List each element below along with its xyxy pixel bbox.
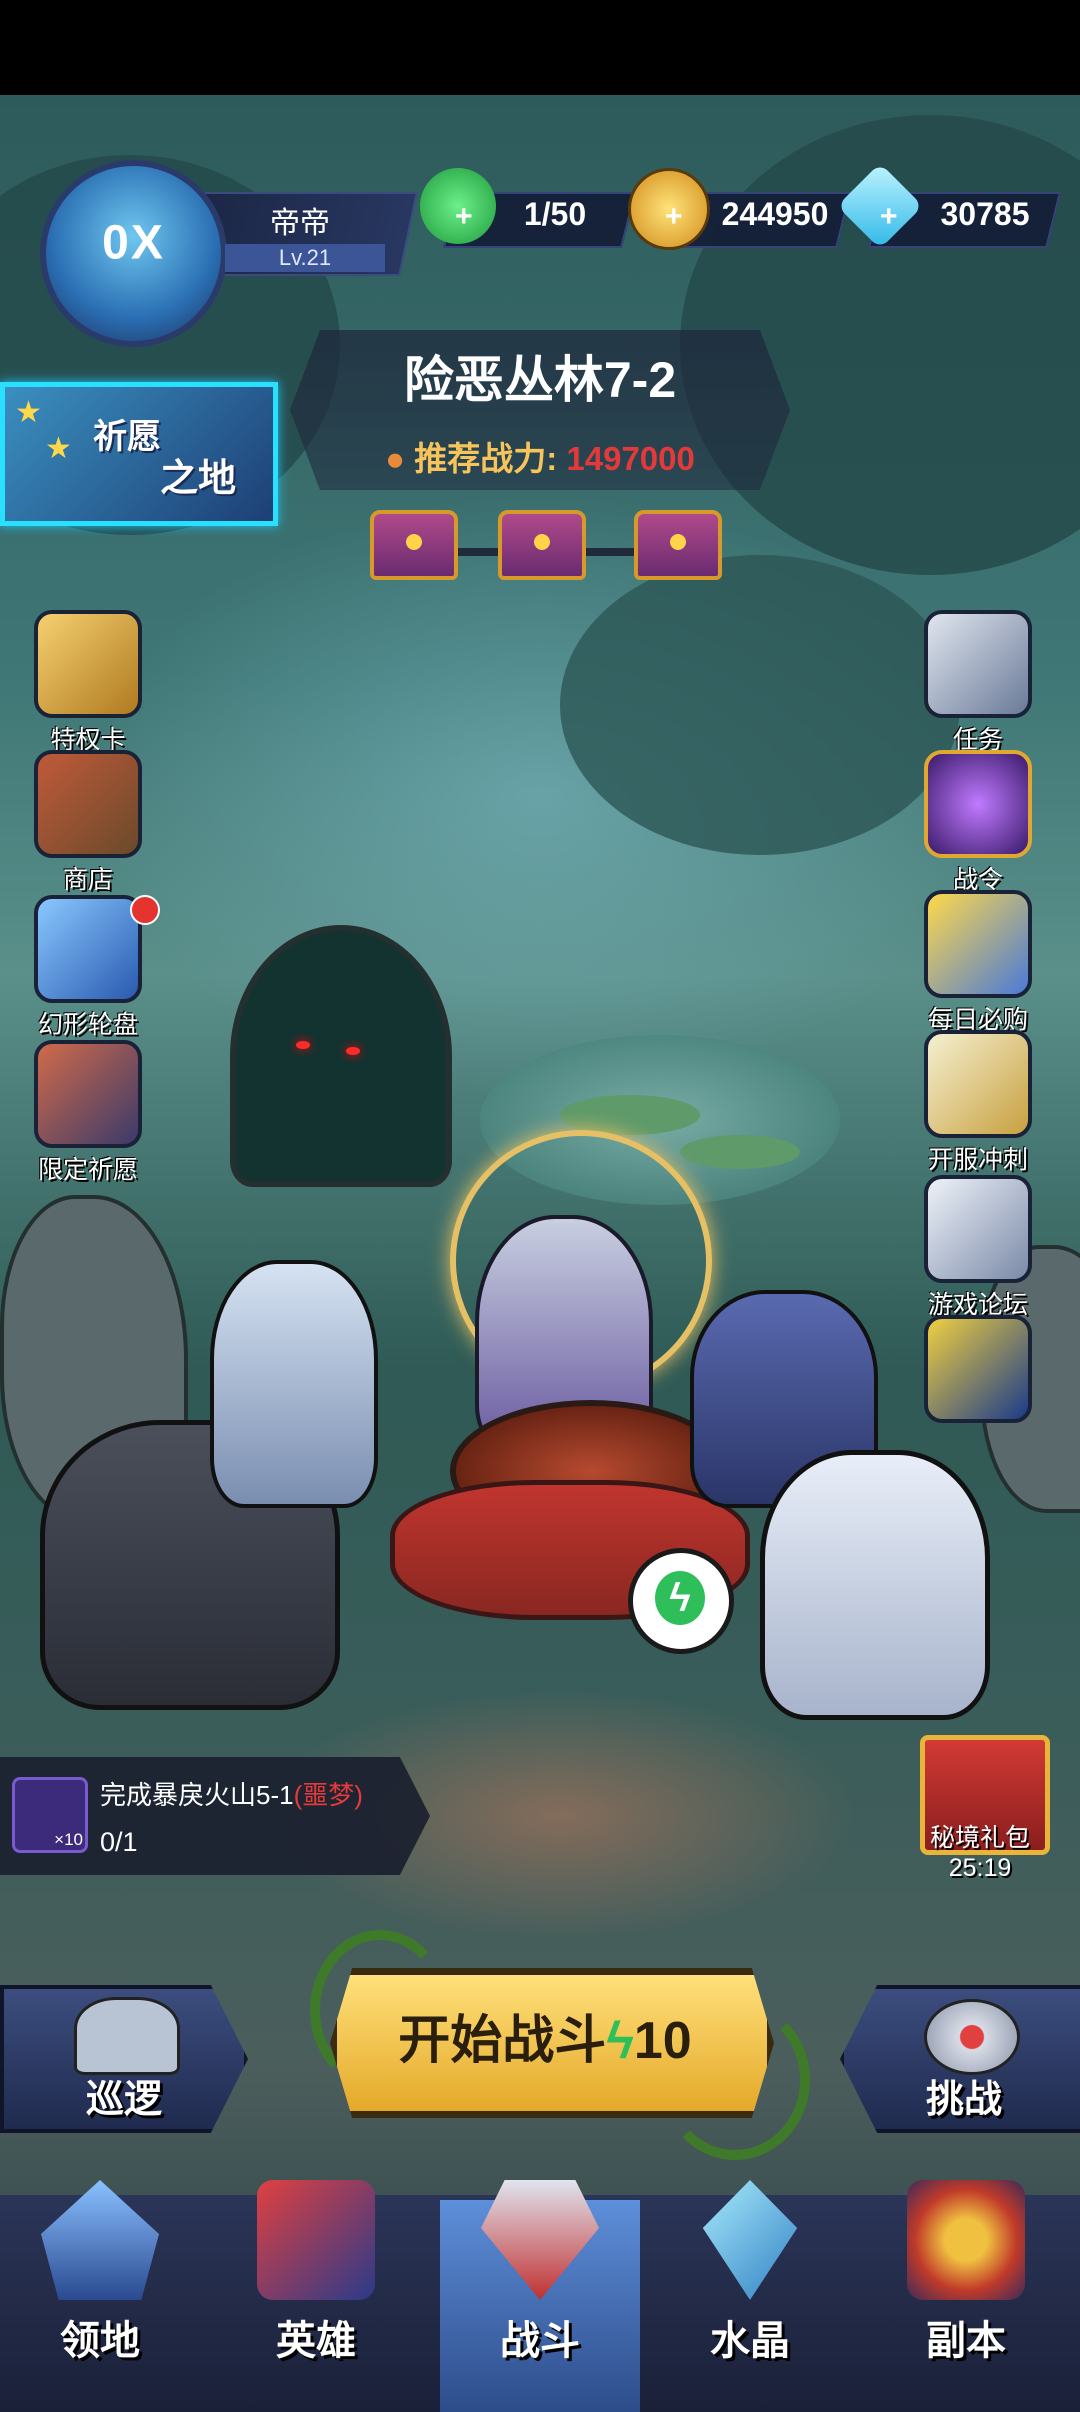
cave — [230, 925, 452, 1187]
territory-icon — [41, 2180, 159, 2300]
nav-heroes[interactable]: 英雄 — [216, 2180, 416, 2366]
lightning-box-icon — [924, 1315, 1032, 1423]
challenge-button[interactable]: 挑战 — [840, 1985, 1080, 2133]
menu-limited-wish[interactable]: 限定祈愿 — [18, 1040, 158, 1186]
reward-chest-2[interactable] — [498, 510, 586, 580]
avatar-face: 0X — [102, 216, 165, 270]
forum-icon — [924, 1175, 1032, 1283]
energy-bubble[interactable]: ϟ — [628, 1548, 734, 1654]
menu-daily-deal[interactable]: 每日必购 — [908, 890, 1048, 1036]
reward-chest-3[interactable] — [634, 510, 722, 580]
avatar[interactable]: 0X — [40, 160, 227, 347]
power-label: 推荐战力: — [414, 440, 558, 477]
power-value: 1497000 — [566, 440, 695, 477]
start-battle-label[interactable]: 开始战斗ϟ10 — [330, 1998, 760, 2073]
reward-count: ×10 — [54, 1830, 83, 1849]
wish-land-label-2: 之地 — [160, 458, 237, 500]
lightning-icon: ϟ — [655, 1571, 705, 1625]
energy-cost: 10 — [633, 2012, 692, 2070]
star-icon: ★ — [45, 432, 72, 465]
nav-crystal[interactable]: 水晶 — [650, 2180, 850, 2366]
player-level: Lv.21 — [225, 244, 385, 272]
menu-label: 开服冲刺 — [927, 1146, 1028, 1174]
quest-progress: 0/1 — [100, 1827, 138, 1857]
battle-icon — [481, 2180, 599, 2300]
add-gold-button[interactable]: + — [665, 200, 683, 234]
menu-label: 商店 — [62, 866, 113, 894]
notification-dot — [130, 895, 160, 925]
hero-icon — [257, 2180, 375, 2300]
menu-label: 幻形轮盘 — [37, 1011, 138, 1039]
menu-forum[interactable]: 游戏论坛 — [908, 1175, 1048, 1321]
hero-paladin[interactable] — [760, 1450, 990, 1720]
patrol-button[interactable]: 巡逻 — [0, 1985, 248, 2133]
menu-label: 限定祈愿 — [37, 1156, 138, 1184]
menu-battle-pass[interactable]: 战令 — [908, 750, 1048, 896]
menu-server-sprint[interactable]: 开服冲刺 — [908, 1030, 1048, 1176]
hero-crane-warrior[interactable] — [210, 1260, 378, 1508]
reward-chest-1[interactable] — [370, 510, 458, 580]
quest-description: 完成暴戾火山5-1(噩梦) — [100, 1775, 363, 1812]
winged-eye-icon — [924, 1999, 1020, 2075]
stage-title: 险恶丛林7-2 — [403, 352, 677, 408]
diamond-reward-icon: ×10 — [12, 1777, 88, 1853]
add-energy-button[interactable]: + — [455, 200, 473, 234]
quest-tracker[interactable]: ×10 完成暴戾火山5-1(噩梦) 0/1 — [0, 1757, 430, 1875]
foliage — [560, 555, 960, 855]
energy-value: 1/50 — [523, 196, 587, 232]
recommended-power: ● 推荐战力: 1497000 — [290, 432, 790, 480]
challenge-label: 挑战 — [925, 2079, 1002, 2121]
energy-icon: ϟ — [606, 2012, 634, 2070]
menu-lightning-box[interactable] — [908, 1315, 1048, 1425]
nav-dungeon[interactable]: 副本 — [866, 2180, 1066, 2366]
nav-battle[interactable]: 战斗 — [440, 2180, 640, 2366]
flame-icon: ● — [385, 440, 406, 477]
menu-shop[interactable]: 商店 — [18, 750, 158, 896]
nav-territory[interactable]: 领地 — [0, 2180, 200, 2366]
limited-wish-icon — [34, 1040, 142, 1148]
add-gem-button[interactable]: + — [880, 200, 898, 234]
helmet-icon — [74, 1997, 180, 2075]
battle-pass-icon — [924, 750, 1032, 858]
daily-deal-icon — [924, 890, 1032, 998]
nav-label: 领地 — [60, 2319, 140, 2363]
scroll-icon — [924, 610, 1032, 718]
wheel-icon — [34, 895, 142, 1003]
wish-land-label-1: 祈愿 — [93, 418, 161, 456]
crystal-icon — [702, 2180, 798, 2300]
menu-wheel[interactable]: 幻形轮盘 — [18, 895, 160, 1041]
gift-timer: 25:19 — [948, 1854, 1012, 1882]
player-name: 帝帝 — [270, 207, 330, 240]
gift-label[interactable]: 秘境礼包 — [880, 1818, 1080, 1854]
gold-value: 244950 — [721, 196, 829, 232]
dungeon-icon — [907, 2180, 1025, 2300]
swords-icon — [924, 1030, 1032, 1138]
start-text: 开始战斗 — [398, 2012, 607, 2070]
gem-value: 30785 — [940, 196, 1030, 232]
nav-label: 战斗 — [500, 2319, 580, 2363]
quest-difficulty: (噩梦) — [293, 1780, 363, 1810]
menu-privilege-card[interactable]: 特权卡 — [18, 610, 158, 756]
shop-icon — [34, 750, 142, 858]
nav-label: 英雄 — [276, 2319, 356, 2363]
patrol-label: 巡逻 — [85, 2079, 162, 2121]
privilege-card-icon — [34, 610, 142, 718]
star-icon: ★ — [15, 396, 42, 429]
quest-text: 完成暴戾火山5-1 — [100, 1780, 294, 1810]
nav-label: 副本 — [926, 2319, 1006, 2363]
wish-land-banner[interactable]: ★ ★ 祈愿 之地 — [0, 382, 278, 526]
nav-label: 水晶 — [710, 2319, 790, 2363]
menu-tasks[interactable]: 任务 — [908, 610, 1048, 756]
